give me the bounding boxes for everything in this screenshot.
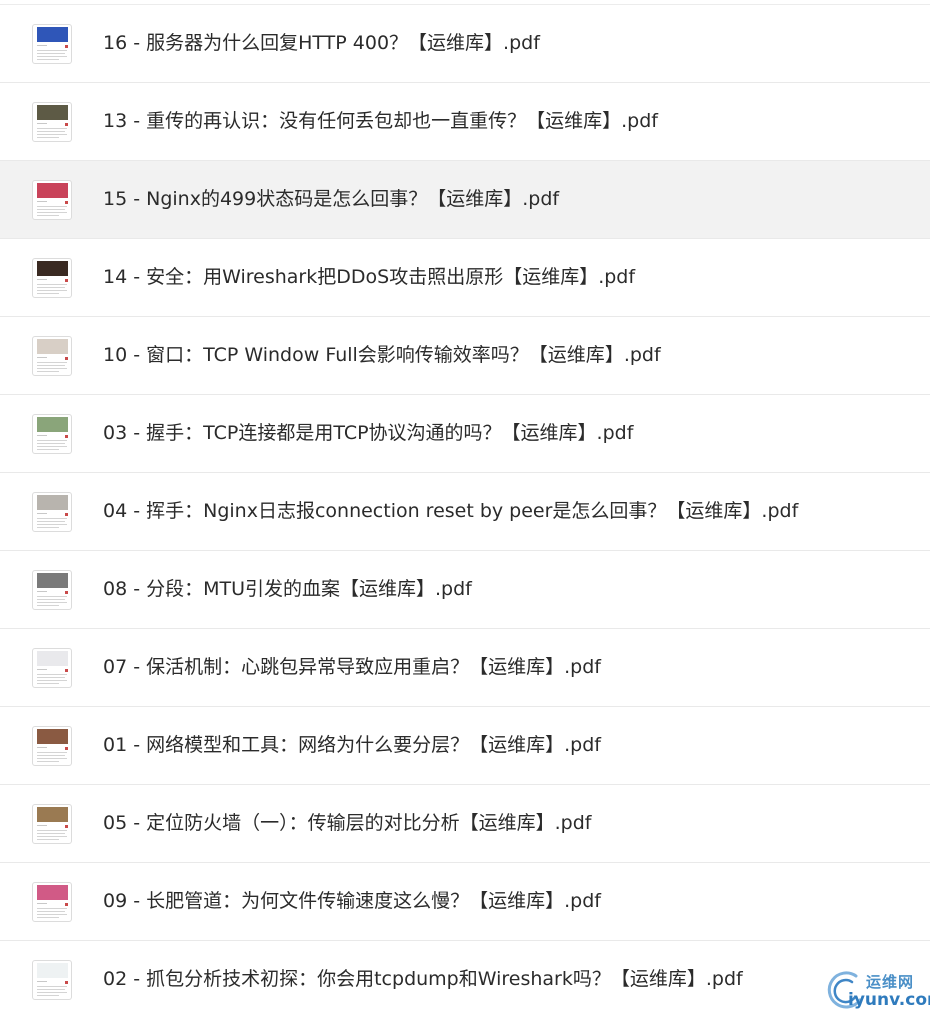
file-row[interactable]: 04 - 挥手：Nginx日志报connection reset by peer…: [0, 473, 930, 551]
pdf-thumbnail-icon: [32, 804, 72, 844]
watermark-en-text: iyunv.com: [848, 990, 930, 1010]
pdf-thumbnail-icon: [32, 570, 72, 610]
file-row[interactable]: 09 - 长肥管道：为何文件传输速度这么慢？【运维库】.pdf: [0, 863, 930, 941]
file-row[interactable]: 15 - Nginx的499状态码是怎么回事？【运维库】.pdf: [0, 161, 930, 239]
pdf-thumbnail-icon: [32, 882, 72, 922]
file-name: 15 - Nginx的499状态码是怎么回事？【运维库】.pdf: [103, 188, 560, 210]
pdf-thumbnail-icon: [32, 492, 72, 532]
file-name: 01 - 网络模型和工具：网络为什么要分层？【运维库】.pdf: [103, 734, 601, 756]
pdf-thumbnail-icon: [32, 336, 72, 376]
file-row[interactable]: 13 - 重传的再认识：没有任何丢包却也一直重传？【运维库】.pdf: [0, 83, 930, 161]
watermark-cn-text: 运维网: [866, 973, 915, 991]
file-name: 03 - 握手：TCP连接都是用TCP协议沟通的吗？【运维库】.pdf: [103, 422, 634, 444]
file-row[interactable]: 16 - 服务器为什么回复HTTP 400？【运维库】.pdf: [0, 5, 930, 83]
file-name: 07 - 保活机制：心跳包异常导致应用重启？【运维库】.pdf: [103, 656, 601, 678]
file-row[interactable]: 05 - 定位防火墙（一）：传输层的对比分析【运维库】.pdf: [0, 785, 930, 863]
file-row[interactable]: 10 - 窗口：TCP Window Full会影响传输效率吗？【运维库】.pd…: [0, 317, 930, 395]
pdf-thumbnail-icon: [32, 258, 72, 298]
file-name: 14 - 安全：用Wireshark把DDoS攻击照出原形【运维库】.pdf: [103, 266, 636, 288]
pdf-thumbnail-icon: [32, 102, 72, 142]
file-name: 08 - 分段：MTU引发的血案【运维库】.pdf: [103, 578, 472, 600]
file-name: 02 - 抓包分析技术初探：你会用tcpdump和Wireshark吗？【运维库…: [103, 968, 743, 990]
file-name: 16 - 服务器为什么回复HTTP 400？【运维库】.pdf: [103, 32, 540, 54]
file-name: 05 - 定位防火墙（一）：传输层的对比分析【运维库】.pdf: [103, 812, 592, 834]
file-row[interactable]: 07 - 保活机制：心跳包异常导致应用重启？【运维库】.pdf: [0, 629, 930, 707]
pdf-thumbnail-icon: [32, 648, 72, 688]
pdf-thumbnail-icon: [32, 726, 72, 766]
file-row[interactable]: 08 - 分段：MTU引发的血案【运维库】.pdf: [0, 551, 930, 629]
file-row[interactable]: 02 - 抓包分析技术初探：你会用tcpdump和Wireshark吗？【运维库…: [0, 941, 930, 1018]
file-name: 10 - 窗口：TCP Window Full会影响传输效率吗？【运维库】.pd…: [103, 344, 661, 366]
pdf-thumbnail-icon: [32, 960, 72, 1000]
file-name: 04 - 挥手：Nginx日志报connection reset by peer…: [103, 500, 799, 522]
watermark: 运维网 iyunv.com: [826, 968, 930, 1016]
file-name: 09 - 长肥管道：为何文件传输速度这么慢？【运维库】.pdf: [103, 890, 601, 912]
file-name: 13 - 重传的再认识：没有任何丢包却也一直重传？【运维库】.pdf: [103, 110, 658, 132]
pdf-thumbnail-icon: [32, 414, 72, 454]
pdf-thumbnail-icon: [32, 24, 72, 64]
file-row[interactable]: 01 - 网络模型和工具：网络为什么要分层？【运维库】.pdf: [0, 707, 930, 785]
file-row[interactable]: 14 - 安全：用Wireshark把DDoS攻击照出原形【运维库】.pdf: [0, 239, 930, 317]
file-list: 16 - 服务器为什么回复HTTP 400？【运维库】.pdf 13 - 重传的再…: [0, 5, 930, 1018]
pdf-thumbnail-icon: [32, 180, 72, 220]
file-row[interactable]: 03 - 握手：TCP连接都是用TCP协议沟通的吗？【运维库】.pdf: [0, 395, 930, 473]
